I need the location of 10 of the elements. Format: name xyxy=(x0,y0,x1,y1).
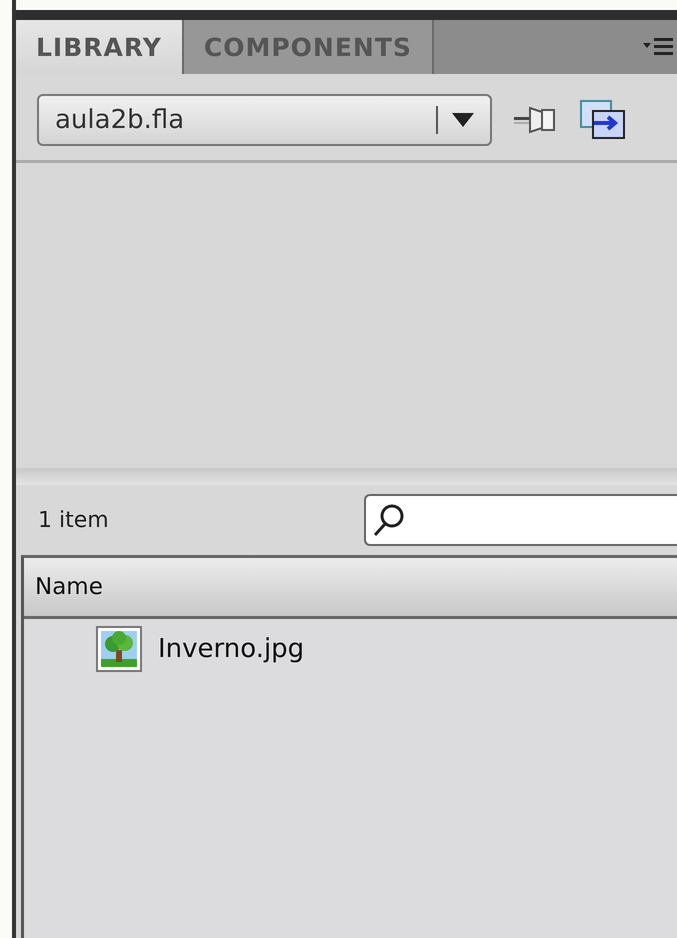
column-header[interactable]: Name xyxy=(24,558,677,619)
new-window-icon[interactable] xyxy=(580,100,626,140)
search-field[interactable] xyxy=(364,494,677,546)
document-dropdown[interactable]: aula2b.fla xyxy=(37,94,492,146)
image-file-icon xyxy=(96,626,142,672)
caret-icon xyxy=(452,113,474,127)
panel-tab[interactable]: LIBRARY xyxy=(16,20,184,74)
item-count: 1 item xyxy=(38,508,110,532)
library-item[interactable]: Inverno.jpg xyxy=(158,634,304,664)
search-icon xyxy=(372,502,406,538)
